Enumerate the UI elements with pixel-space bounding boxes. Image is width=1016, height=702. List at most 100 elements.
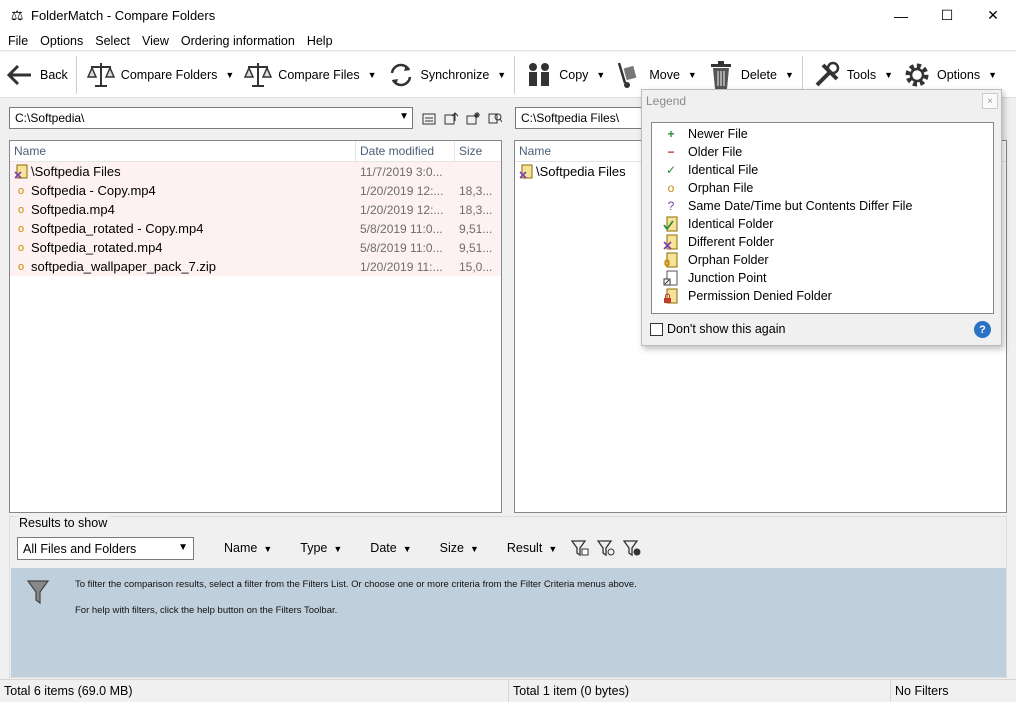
chevron-down-icon[interactable]: ▼	[368, 70, 377, 80]
orphan-file-icon: o	[667, 181, 675, 195]
column-date-modified[interactable]: Date modified	[356, 141, 455, 161]
delete-label: Delete	[740, 67, 777, 82]
new-folder-icon[interactable]	[463, 109, 482, 128]
left-list-header: Name Date modified Size	[10, 141, 501, 162]
orphan-file-icon: o	[17, 260, 25, 273]
file-size: 18,3...	[459, 183, 493, 198]
table-row[interactable]: o softpedia_wallpaper_pack_7.zip 1/20/201…	[10, 257, 501, 276]
menu-bar: File Options Select View Ordering inform…	[0, 31, 1016, 51]
orphan-file-icon: o	[17, 222, 25, 235]
filter-type-menu[interactable]: Type ▼	[300, 541, 342, 555]
back-button[interactable]: Back	[0, 55, 72, 95]
column-size[interactable]: Size	[455, 141, 501, 161]
column-name[interactable]: Name	[10, 141, 356, 161]
filter-add-icon[interactable]	[571, 539, 589, 557]
table-row[interactable]: o Softpedia_rotated - Copy.mp4 5/8/2019 1…	[10, 219, 501, 238]
compare-files-label: Compare Files	[278, 67, 360, 82]
different-folder-icon	[518, 164, 534, 180]
legend-item: − Older File	[652, 143, 993, 161]
filter-result-menu[interactable]: Result ▼	[507, 541, 557, 555]
menu-select[interactable]: Select	[89, 34, 136, 48]
dont-show-checkbox[interactable]	[650, 322, 663, 336]
close-icon[interactable]: ×	[982, 93, 998, 109]
compare-folders-button[interactable]: Compare Folders ▼	[81, 55, 239, 95]
chevron-down-icon[interactable]: ▼	[225, 70, 234, 80]
legend-label: Different Folder	[688, 235, 774, 249]
table-row[interactable]: o Softpedia - Copy.mp4 1/20/2019 12:... 1…	[10, 181, 501, 200]
plus-icon: +	[667, 127, 675, 141]
chevron-down-icon[interactable]: ▼	[988, 70, 997, 80]
menu-ordering-information[interactable]: Ordering information	[175, 34, 301, 48]
chevron-down-icon[interactable]: ▼	[399, 111, 409, 122]
results-filter-value: All Files and Folders	[23, 541, 137, 556]
legend-item: Identical Folder	[652, 215, 993, 233]
status-bar: Total 6 items (69.0 MB) Total 1 item (0 …	[0, 679, 1016, 702]
file-date: 11/7/2019 3:0...	[360, 164, 443, 179]
left-path-input[interactable]: C:\Softpedia\ ▼	[9, 107, 413, 129]
menu-view[interactable]: View	[136, 34, 175, 48]
file-name: Softpedia - Copy.mp4	[31, 183, 156, 198]
filter-info-text-1: To filter the comparison results, select…	[75, 579, 637, 590]
minimize-button[interactable]: —	[878, 0, 924, 31]
chevron-down-icon[interactable]: ▼	[884, 70, 893, 80]
close-window-button[interactable]: ✕	[970, 0, 1016, 31]
filter-settings-icon[interactable]	[597, 539, 615, 557]
orphan-folder-icon	[660, 252, 682, 268]
junction-point-icon	[660, 270, 682, 286]
find-folder-icon[interactable]	[485, 109, 504, 128]
chevron-down-icon: ▼	[333, 544, 343, 554]
chevron-down-icon[interactable]: ▼	[688, 70, 697, 80]
back-arrow-icon	[4, 59, 36, 91]
file-date: 1/20/2019 11:...	[360, 259, 443, 274]
left-file-list[interactable]: Name Date modified Size \Softpedia Files…	[9, 140, 502, 513]
title-bar: ⚖ FolderMatch - Compare Folders — ☐ ✕	[0, 0, 1016, 31]
folder-browse-icon[interactable]	[419, 109, 438, 128]
file-size: 15,0...	[459, 259, 493, 274]
right-path-row: C:\Softpedia Files\	[515, 107, 645, 129]
orphan-file-icon: o	[17, 203, 25, 216]
table-row[interactable]: \Softpedia Files 11/7/2019 3:0...	[10, 162, 501, 181]
different-folder-icon	[660, 234, 682, 250]
column-name[interactable]: Name	[515, 141, 645, 161]
table-row[interactable]: o Softpedia.mp4 1/20/2019 12:... 18,3...	[10, 200, 501, 219]
filter-criterion-label: Date	[370, 541, 397, 555]
maximize-button[interactable]: ☐	[924, 0, 970, 31]
menu-help[interactable]: Help	[301, 34, 339, 48]
right-path-input[interactable]: C:\Softpedia Files\	[515, 107, 645, 129]
synchronize-button[interactable]: Synchronize ▼	[381, 55, 511, 95]
back-label: Back	[40, 67, 68, 82]
help-icon[interactable]: ?	[974, 321, 991, 338]
copy-button[interactable]: Copy ▼	[519, 55, 609, 95]
minus-icon: −	[667, 145, 675, 159]
chevron-down-icon[interactable]: ▼	[785, 70, 794, 80]
compare-folders-label: Compare Folders	[120, 67, 218, 82]
right-status: Total 1 item (0 bytes)	[509, 679, 891, 702]
chevron-down-icon: ▼	[548, 544, 558, 554]
legend-label: Identical File	[688, 163, 759, 177]
dont-show-again-row: Don't show this again	[650, 322, 785, 336]
scales-icon	[242, 59, 274, 91]
legend-label: Orphan Folder	[688, 253, 769, 267]
file-size: 18,3...	[459, 202, 493, 217]
filter-help-icon[interactable]	[623, 539, 641, 557]
legend-label: Identical Folder	[688, 217, 774, 231]
legend-item: Orphan Folder	[652, 251, 993, 269]
file-date: 5/8/2019 11:0...	[360, 240, 443, 255]
gear-icon	[901, 59, 933, 91]
trash-icon	[705, 59, 737, 91]
filter-size-menu[interactable]: Size ▼	[440, 541, 479, 555]
left-path-row: C:\Softpedia\ ▼	[9, 107, 504, 129]
filter-name-menu[interactable]: Name ▼	[224, 541, 272, 555]
menu-options[interactable]: Options	[34, 34, 89, 48]
compare-files-button[interactable]: Compare Files ▼	[238, 55, 380, 95]
chevron-down-icon[interactable]: ▼	[497, 70, 506, 80]
question-icon: ?	[667, 199, 675, 213]
chevron-down-icon[interactable]: ▼	[596, 70, 605, 80]
filter-date-menu[interactable]: Date ▼	[370, 541, 411, 555]
results-filter-select[interactable]: All Files and Folders ▼	[17, 537, 194, 560]
menu-file[interactable]: File	[0, 34, 34, 48]
orphan-file-icon: o	[17, 184, 25, 197]
parent-folder-icon[interactable]	[441, 109, 460, 128]
table-row[interactable]: o Softpedia_rotated.mp4 5/8/2019 11:0... …	[10, 238, 501, 257]
file-name: Softpedia_rotated.mp4	[31, 240, 163, 255]
